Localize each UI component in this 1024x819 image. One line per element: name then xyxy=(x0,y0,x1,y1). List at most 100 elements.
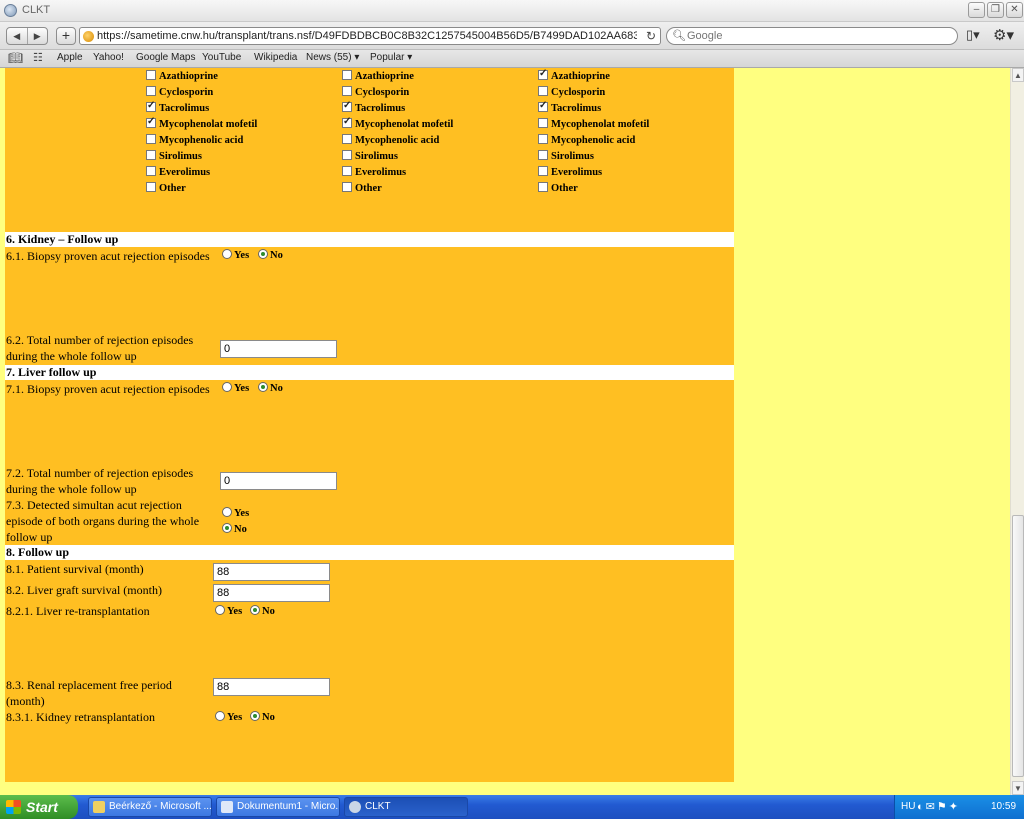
q821-yes-radio[interactable]: Yes xyxy=(215,605,242,617)
page-menu-icon[interactable]: ▯▾ xyxy=(966,27,980,43)
drug-label: Azathioprine xyxy=(551,71,610,82)
drug-checkbox[interactable]: Everolimus xyxy=(146,166,210,178)
address-url[interactable]: https://sametime.cnw.hu/transplant/trans… xyxy=(97,30,637,42)
drug-checkbox[interactable]: Mycophenolat mofetil xyxy=(538,118,649,130)
checkbox-checked-icon xyxy=(342,116,352,128)
drug-label: Azathioprine xyxy=(355,71,414,82)
bookmark-apple[interactable]: Apple xyxy=(57,52,83,63)
drug-checkbox[interactable]: Cyclosporin xyxy=(538,86,605,98)
drug-checkbox[interactable]: Tacrolimus xyxy=(538,100,601,114)
browser-toolbar: ◀ ▶ + https://sametime.cnw.hu/transplant… xyxy=(0,22,1024,50)
drug-checkbox[interactable]: Other xyxy=(538,182,578,194)
drug-checkbox[interactable]: Azathioprine xyxy=(146,70,218,82)
drug-checkbox[interactable]: Everolimus xyxy=(342,166,406,178)
bookmark-yahoo[interactable]: Yahoo! xyxy=(93,52,124,63)
checkbox-icon xyxy=(146,70,156,80)
drug-checkbox[interactable]: Cyclosporin xyxy=(146,86,213,98)
scroll-down-icon[interactable]: ▼ xyxy=(1012,781,1024,795)
drug-checkbox[interactable]: Mycophenolic acid xyxy=(538,134,635,146)
drug-checkbox[interactable]: Sirolimus xyxy=(146,150,202,162)
start-button[interactable]: Start xyxy=(0,795,78,819)
grid-icon[interactable]: ☷ xyxy=(33,51,43,64)
checkbox-checked-icon xyxy=(538,68,548,80)
close-button[interactable]: ✕ xyxy=(1006,2,1023,18)
q61-yes-radio[interactable]: Yes xyxy=(222,249,249,261)
bookmark-popular[interactable]: Popular ▾ xyxy=(370,52,412,63)
q81-input[interactable]: 88 xyxy=(213,563,330,581)
drug-checkbox[interactable]: Other xyxy=(146,182,186,194)
drug-checkbox[interactable]: Azathioprine xyxy=(342,70,414,82)
drug-label: Other xyxy=(551,183,578,194)
q82-input[interactable]: 88 xyxy=(213,584,330,602)
reload-icon[interactable]: ↻ xyxy=(646,29,656,43)
search-box[interactable]: 🔍︎ xyxy=(666,27,958,45)
outlook-icon xyxy=(93,801,105,813)
q83-input[interactable]: 88 xyxy=(213,678,330,696)
vertical-scrollbar[interactable]: ▲ ▼ xyxy=(1010,68,1024,795)
radio-icon xyxy=(222,382,232,392)
checkbox-icon xyxy=(538,134,548,144)
q73-no-radio[interactable]: No xyxy=(222,523,247,535)
checkbox-icon xyxy=(146,86,156,96)
drug-label: Sirolimus xyxy=(551,151,594,162)
q61-no-radio[interactable]: No xyxy=(258,249,283,261)
drug-checkbox[interactable]: Cyclosporin xyxy=(342,86,409,98)
q72-label: 7.2. Total number of rejection episodes … xyxy=(6,466,194,496)
drug-checkbox[interactable]: Sirolimus xyxy=(342,150,398,162)
drug-label: Mycophenolic acid xyxy=(159,135,244,146)
restore-button[interactable]: ❐ xyxy=(987,2,1004,18)
drug-checkbox[interactable]: Azathioprine xyxy=(538,68,610,82)
q73-yes-radio[interactable]: Yes xyxy=(222,507,249,519)
add-bookmark-button[interactable]: + xyxy=(56,27,76,45)
q821-no-radio[interactable]: No xyxy=(250,605,275,617)
gear-icon[interactable]: ⚙▾ xyxy=(993,26,1014,44)
checkbox-icon xyxy=(538,86,548,96)
q831-no-radio[interactable]: No xyxy=(250,711,275,723)
q81-label: 8.1. Patient survival (month) xyxy=(6,562,144,576)
address-bar[interactable]: https://sametime.cnw.hu/transplant/trans… xyxy=(79,27,661,45)
drug-checkbox[interactable]: Everolimus xyxy=(538,166,602,178)
task-browser[interactable]: CLKT xyxy=(344,797,468,817)
radio-icon xyxy=(222,507,232,517)
scroll-thumb[interactable] xyxy=(1012,515,1024,777)
back-button[interactable]: ◀ xyxy=(7,28,28,44)
checkbox-icon xyxy=(342,166,352,176)
checkbox-icon xyxy=(342,134,352,144)
q831-yes-radio[interactable]: Yes xyxy=(215,711,242,723)
drug-checkbox[interactable]: Mycophenolic acid xyxy=(146,134,243,146)
search-icon: 🔍︎ xyxy=(672,30,686,42)
forward-button[interactable]: ▶ xyxy=(28,28,48,44)
q72-input[interactable]: 0 xyxy=(220,472,337,490)
drug-label: Sirolimus xyxy=(159,151,202,162)
checkbox-icon xyxy=(146,150,156,160)
q62-input[interactable]: 0 xyxy=(220,340,337,358)
drug-checkbox[interactable]: Mycophenolat mofetil xyxy=(146,116,258,130)
checkbox-icon xyxy=(146,134,156,144)
drug-checkbox[interactable]: Other xyxy=(342,182,382,194)
q71-yes-radio[interactable]: Yes xyxy=(222,382,249,394)
drug-checkbox[interactable]: Sirolimus xyxy=(538,150,594,162)
task-word[interactable]: Dokumentum1 - Micro... xyxy=(216,797,340,817)
bookmark-google-maps[interactable]: Google Maps xyxy=(136,52,195,63)
tray-icons[interactable]: ◐✉⚑✦ xyxy=(917,800,960,813)
drug-checkbox[interactable]: Mycophenolic acid xyxy=(342,134,439,146)
yes-label: Yes xyxy=(234,508,250,519)
task-outlook[interactable]: Beérkező - Microsoft ... xyxy=(88,797,212,817)
drug-checkbox[interactable]: Mycophenolat mofetil xyxy=(342,116,453,130)
drug-label: Tacrolimus xyxy=(159,103,210,114)
bookmark-news[interactable]: News (55) ▾ xyxy=(306,52,359,63)
language-indicator[interactable]: HU xyxy=(901,801,915,812)
search-input[interactable] xyxy=(687,29,947,43)
drug-label: Mycophenolat mofetil xyxy=(159,119,258,130)
bookmark-youtube[interactable]: YouTube xyxy=(202,52,241,63)
bookmark-wikipedia[interactable]: Wikipedia xyxy=(254,52,297,63)
checkbox-icon xyxy=(146,166,156,176)
drug-checkbox[interactable]: Tacrolimus xyxy=(146,100,210,114)
minimize-button[interactable]: – xyxy=(968,2,985,18)
no-label: No xyxy=(270,250,283,261)
checkbox-icon xyxy=(342,150,352,160)
q71-no-radio[interactable]: No xyxy=(258,382,283,394)
book-icon[interactable]: 📖︎ xyxy=(8,51,23,65)
scroll-up-icon[interactable]: ▲ xyxy=(1012,68,1024,82)
drug-checkbox[interactable]: Tacrolimus xyxy=(342,100,405,114)
